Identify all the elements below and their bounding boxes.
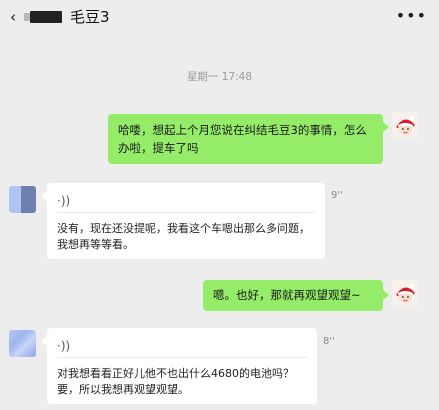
my-avatar[interactable]	[392, 112, 419, 139]
voice-message-bubble[interactable]: ·)) 对我想看看正好儿他不也出什么4680的电池吗？要，所以我想再观望观望。	[47, 328, 317, 404]
divider	[57, 357, 307, 358]
voice-transcript: 没有，现在还没提呢，我看这个车嗯出那么多问题，我想再等等看。	[57, 222, 310, 251]
message-bubble[interactable]: 哈喽，想起上个月您说在纠结毛豆3的事情，怎么办啦，提车了吗	[108, 114, 383, 164]
back-icon[interactable]: ‹	[10, 9, 22, 25]
message-bubble[interactable]: 嗯。也好，那就再观望观望~	[203, 280, 383, 311]
more-icon[interactable]: •••	[396, 6, 427, 26]
my-avatar[interactable]	[392, 280, 419, 307]
bubble-tail	[383, 122, 389, 132]
divider	[57, 212, 315, 213]
message-text: 嗯。也好，那就再观望观望~	[213, 288, 361, 302]
bubble-tail	[383, 290, 389, 300]
chat-title: 毛豆3	[70, 8, 110, 26]
voice-icon[interactable]: ·))	[57, 192, 70, 210]
message-text: 哈喽，想起上个月您说在纠结毛豆3的事情，怎么办啦，提车了吗	[118, 123, 367, 155]
voice-duration: 8''	[323, 336, 335, 347]
voice-message-bubble[interactable]: ·)) 没有，现在还没提呢，我看这个车嗯出那么多问题，我想再等等看。	[47, 183, 325, 259]
chat-header: ‹ 毛豆3 •••	[0, 0, 439, 36]
peer-avatar[interactable]	[9, 186, 36, 213]
bubble-tail	[41, 191, 47, 201]
redacted-area	[30, 11, 62, 23]
bubble-tail	[41, 336, 47, 346]
voice-icon[interactable]: ·))	[57, 337, 70, 355]
voice-duration: 9''	[331, 190, 343, 201]
timestamp: 星期一 17:48	[186, 71, 253, 83]
peer-avatar[interactable]	[9, 330, 36, 357]
voice-transcript: 对我想看看正好儿他不也出什么4680的电池吗？要，所以我想再观望观望。	[57, 367, 294, 396]
